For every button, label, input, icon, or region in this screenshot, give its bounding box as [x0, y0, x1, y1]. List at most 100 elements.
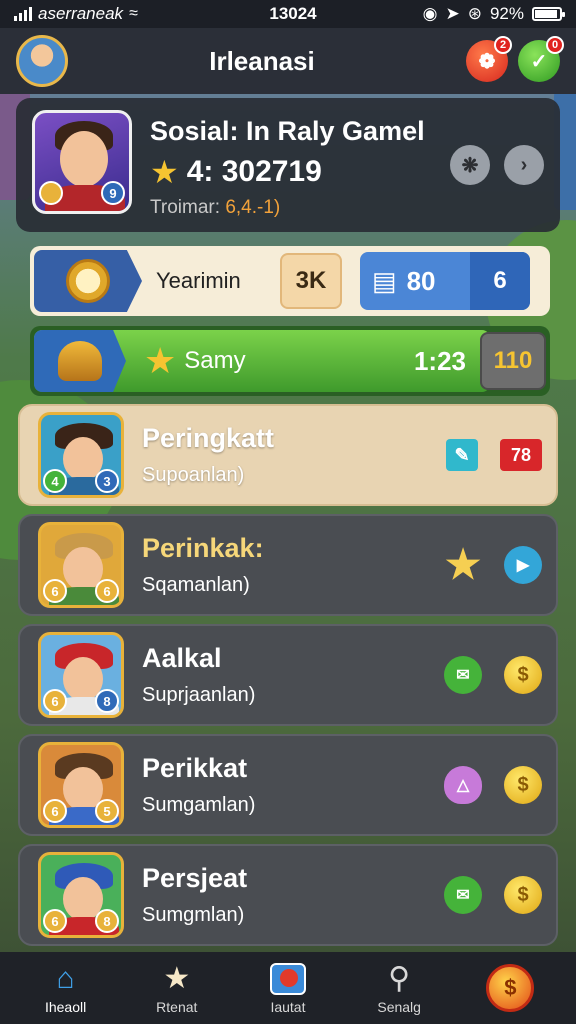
list-item-title: Perikkat: [142, 753, 248, 783]
thumb-badge-right: 6: [95, 579, 119, 603]
nav-label: Iheaoll: [44, 999, 87, 1015]
leaderboard-list: 4 3 Peringkatt Supoanlan) ✎ 78 6 6 Perin…: [18, 404, 558, 976]
nav-play[interactable]: Iautat: [240, 961, 336, 1015]
resource-label: Yearimin: [156, 268, 241, 293]
thumb-badge-left: 6: [43, 799, 67, 823]
progress-label: Samy: [184, 347, 246, 374]
thumb-badge-left: 6: [43, 579, 67, 603]
level-badge-left: [39, 181, 63, 205]
list-item[interactable]: 6 6 Perinkak: Sqamanlan) ★ ▶: [18, 514, 558, 616]
player-thumbnail: 4 3: [38, 412, 124, 498]
nav-coin[interactable]: $: [462, 964, 558, 1012]
page-title: Irleanasi: [209, 45, 315, 76]
profile-card: 9 Sosial: In Raly Gamel ★ 4: 302719 Troi…: [16, 98, 560, 232]
player-thumbnail: 6 8: [38, 632, 124, 718]
resource-counter[interactable]: ▤ 80 6: [360, 252, 530, 310]
player-thumbnail: 6 6: [38, 522, 124, 608]
signal-icon: [14, 7, 32, 21]
list-item-title: Peringkatt: [142, 423, 275, 453]
resource-icon-box: [34, 250, 142, 312]
resource-tail-value: 6: [470, 252, 530, 310]
resource-chip[interactable]: 3K: [280, 253, 342, 309]
progress-bar[interactable]: ★ Samy 1:23 110: [30, 326, 550, 396]
nav-rank[interactable]: ★ Rtenat: [129, 961, 225, 1016]
list-item[interactable]: 6 8 Persjeat Sumgmlan) ✉ $: [18, 844, 558, 946]
list-item-subtitle: Sqamanlan): [142, 574, 250, 596]
lock-rotation-icon: ◉: [422, 4, 438, 23]
checkin-button[interactable]: ✓ 0: [518, 36, 564, 82]
list-item-subtitle: Sumgmlan): [142, 904, 245, 926]
profile-portrait[interactable]: 9: [32, 110, 132, 214]
resource-count: 80: [406, 265, 436, 296]
star-icon: ★: [144, 340, 177, 381]
chevron-right-icon: ›: [520, 153, 528, 176]
star-icon[interactable]: ★: [444, 543, 482, 587]
gift-icon: ❁: [478, 50, 496, 73]
list-item[interactable]: 6 5 Perikkat Sumgamlan) △ $: [18, 734, 558, 836]
bottom-nav: ⌂ Iheaoll ★ Rtenat Iautat ⚲ Senalg $: [0, 952, 576, 1024]
coin-icon[interactable]: $: [504, 876, 542, 914]
list-item-title: Perinkak:: [142, 533, 264, 563]
thumb-badge-right: 5: [95, 799, 119, 823]
thumb-badge-left: 6: [43, 909, 67, 933]
game-icon: [268, 961, 308, 997]
profile-score: 4: 302719: [186, 155, 322, 188]
rank-badge: 78: [500, 439, 542, 471]
list-item-subtitle: Supoanlan): [142, 464, 245, 486]
clock-icon: [66, 259, 110, 303]
nav-label: Senalg: [377, 999, 421, 1015]
location-icon: ➤: [445, 4, 460, 23]
list-item-title: Persjeat: [142, 863, 248, 893]
app-header: Irleanasi ❁ 2 ✓ 0: [0, 28, 576, 94]
nav-label: Rtenat: [156, 999, 198, 1015]
thumb-badge-right: 3: [95, 469, 119, 493]
next-button[interactable]: ›: [504, 145, 544, 185]
notifications-button[interactable]: ❁ 2: [466, 36, 512, 82]
potion-icon[interactable]: △: [444, 766, 482, 804]
home-icon: ⌂: [56, 962, 75, 995]
progress-chip[interactable]: 110: [480, 332, 546, 390]
thumb-badge-right: 8: [95, 909, 119, 933]
profile-name: Sosial: In Raly Gamel: [150, 116, 425, 146]
coin-icon[interactable]: $: [504, 766, 542, 804]
list-item-subtitle: Suprjaanlan): [142, 684, 256, 706]
nav-label: Iautat: [270, 999, 306, 1015]
list-item-subtitle: Sumgamlan): [142, 794, 256, 816]
edit-icon[interactable]: ✎: [446, 439, 478, 471]
list-item[interactable]: 6 8 Aalkal Suprjaanlan) ✉ $: [18, 624, 558, 726]
star-icon: ★: [163, 962, 191, 995]
thumb-badge-left: 6: [43, 689, 67, 713]
progress-time: 1:23: [413, 345, 466, 376]
battery-percent: 92%: [489, 4, 524, 23]
thumb-badge-left: 4: [43, 469, 67, 493]
thumb-badge-right: 8: [95, 689, 119, 713]
list-icon: ▤: [372, 265, 397, 296]
share-button[interactable]: ❋: [450, 145, 490, 185]
nav-home[interactable]: ⌂ Iheaoll: [18, 961, 114, 1016]
chat-icon[interactable]: ✉: [444, 656, 482, 694]
player-thumbnail: 6 5: [38, 742, 124, 828]
player-thumbnail: 6 8: [38, 852, 124, 938]
check-icon: ✓: [530, 50, 548, 73]
search-icon: ⚲: [388, 962, 411, 995]
notification-badge: 2: [494, 36, 512, 54]
list-item[interactable]: 4 3 Peringkatt Supoanlan) ✎ 78: [18, 404, 558, 506]
avatar[interactable]: [16, 35, 68, 87]
chat-icon[interactable]: ✉: [444, 876, 482, 914]
list-item-title: Aalkal: [142, 643, 222, 673]
profile-subtitle-value: 6,4.-1): [225, 197, 281, 218]
battery-icon: [532, 7, 565, 21]
share-icon: ❋: [461, 154, 479, 177]
helmet-icon: [58, 341, 102, 381]
profile-subtitle: Troimar: 6,4.-1): [150, 197, 450, 219]
star-icon: ★: [150, 154, 179, 190]
checkin-badge: 0: [546, 36, 564, 54]
play-icon[interactable]: ▶: [504, 546, 542, 584]
wifi-icon: ≈: [129, 5, 138, 22]
status-bar: aserraneak ≈ 13024 ◉ ➤ ⊛ 92%: [0, 0, 576, 28]
bluetooth-icon: ⊛: [467, 4, 482, 23]
nav-search[interactable]: ⚲ Senalg: [351, 961, 447, 1016]
level-badge: 9: [101, 181, 125, 205]
coin-icon[interactable]: $: [504, 656, 542, 694]
resource-bar[interactable]: Yearimin 3K ▤ 80 6: [30, 246, 550, 316]
